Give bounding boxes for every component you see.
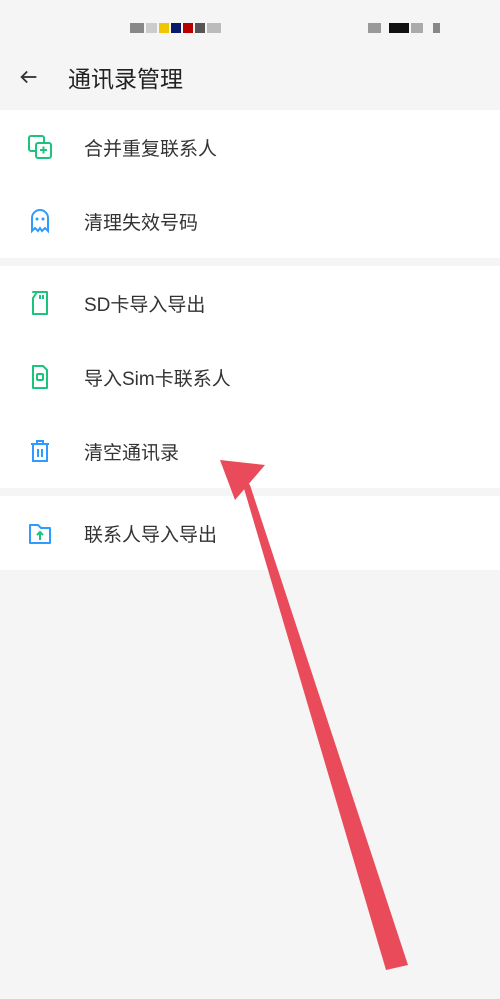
merge-contacts-icon: [18, 125, 62, 169]
sim-card-item[interactable]: 导入Sim卡联系人: [0, 340, 500, 414]
item-label: 导入Sim卡联系人: [84, 364, 231, 391]
merge-contacts-item[interactable]: 合并重复联系人: [0, 110, 500, 184]
import-export-icon: [18, 511, 62, 555]
trash-icon: [18, 429, 62, 473]
item-label: 合并重复联系人: [84, 134, 217, 161]
section-1: 合并重复联系人 清理失效号码: [0, 110, 500, 258]
status-bar: [0, 0, 500, 44]
sd-card-icon: [18, 281, 62, 325]
status-right-pixels: [368, 23, 440, 33]
section-3: 清空通讯录 联系人导入导出: [0, 496, 500, 570]
status-left-pixels: [130, 23, 221, 33]
item-label: SD卡导入导出: [84, 290, 205, 317]
sim-card-icon: [18, 355, 62, 399]
item-label: 联系人导入导出: [84, 520, 217, 547]
ghost-icon: [18, 199, 62, 243]
import-export-item[interactable]: 清空通讯录 联系人导入导出: [0, 496, 500, 570]
clear-contacts-item[interactable]: 清空通讯录: [0, 414, 500, 488]
header-bar: 通讯录管理: [0, 44, 500, 110]
page-title: 通讯录管理: [68, 60, 183, 94]
item-label: 清理失效号码: [84, 208, 198, 235]
item-label: 清空通讯录: [84, 438, 179, 465]
clean-invalid-item[interactable]: 清理失效号码: [0, 184, 500, 258]
section-2: SD卡导入导出 导入Sim卡联系人 清空通讯录: [0, 266, 500, 488]
sd-card-item[interactable]: SD卡导入导出: [0, 266, 500, 340]
back-icon[interactable]: [18, 66, 40, 88]
